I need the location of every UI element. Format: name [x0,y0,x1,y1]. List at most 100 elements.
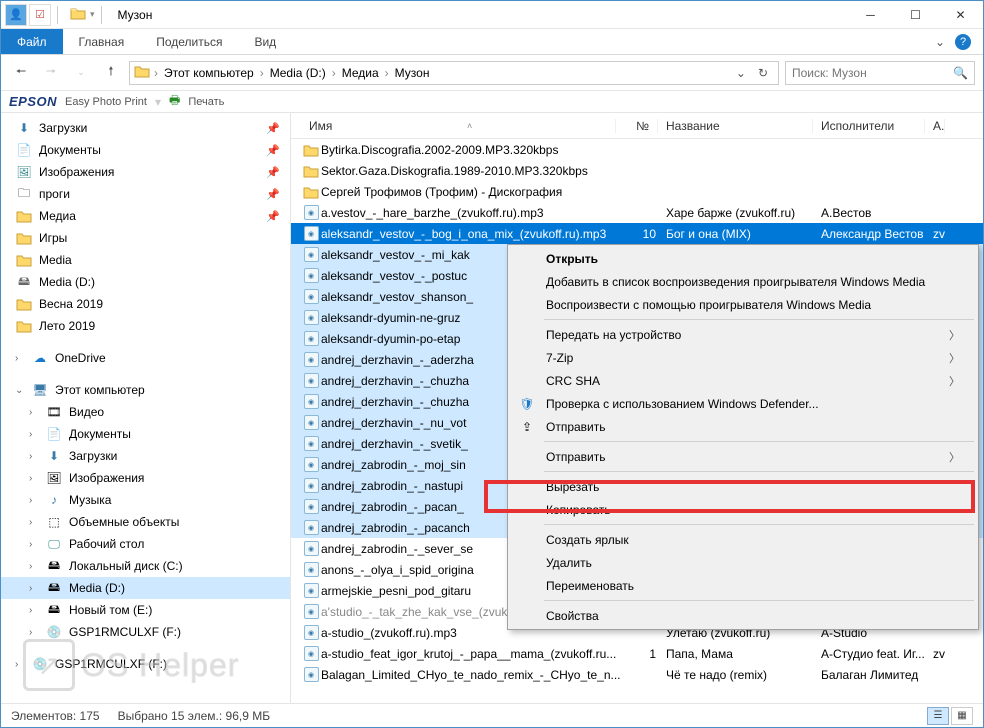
column-name[interactable]: Имя˄ [301,119,616,133]
expand-icon[interactable]: › [15,353,25,364]
tree-downloads2[interactable]: ›⬇Загрузки [1,445,290,467]
column-artist[interactable]: Исполнители [813,119,925,133]
chevron-right-icon[interactable]: › [150,66,162,80]
mp3-icon [301,499,321,514]
file-no: 10 [624,227,666,241]
ctx-delete[interactable]: Удалить [510,551,976,574]
view-details-button[interactable]: ☰ [927,707,949,725]
ctx-sendto[interactable]: Отправить〉 [510,445,976,468]
ctx-copy[interactable]: Копировать [510,498,976,521]
nav-recent-dropdown[interactable]: ⌄ [69,61,93,85]
collapse-icon[interactable]: ⌄ [15,385,25,396]
ctx-addlist[interactable]: Добавить в список воспроизведения проигр… [510,270,976,293]
search-input[interactable] [792,66,953,80]
tab-file[interactable]: Файл [1,29,63,54]
ctx-share[interactable]: ⇪Отправить [510,415,976,438]
ctx-crcsha[interactable]: CRC SHA〉 [510,369,976,392]
close-button[interactable]: ✕ [938,1,983,29]
breadcrumb-folder1[interactable]: Медиа [340,66,381,80]
tree-thispc[interactable]: ⌄🖥Этот компьютер [1,379,290,401]
tab-share[interactable]: Поделиться [140,29,238,54]
column-title[interactable]: Название [658,119,813,133]
nav-back-button[interactable]: 🠔 [9,61,33,85]
tree-gsp2[interactable]: ›💿GSP1RMCULXF (F:) [1,653,290,675]
file-row[interactable]: Сергей Трофимов (Трофим) - Дискография [291,181,983,202]
file-title: Бог и она (MIX) [666,227,821,241]
qat-app-icon[interactable]: 👤 [5,4,27,26]
tree-3dobjects[interactable]: ›⬚Объемные объекты [1,511,290,533]
chevron-right-icon[interactable]: › [256,66,268,80]
search-icon: 🔍 [953,66,968,80]
column-a[interactable]: А. [925,119,945,133]
tree-summer[interactable]: Лето 2019 [1,315,290,337]
file-row[interactable]: a-studio_feat_igor_krutoj_-_papa__mama_(… [291,643,983,664]
ctx-defender[interactable]: 🛡Проверка с использованием Windows Defen… [510,392,976,415]
nav-up-button[interactable]: 🠕 [99,61,123,85]
tree-documents2[interactable]: ›📄Документы [1,423,290,445]
file-name: a-studio_feat_igor_krutoj_-_papa__mama_(… [321,647,624,661]
nav-forward-button[interactable]: 🠖 [39,61,63,85]
breadcrumb-pc[interactable]: Этот компьютер [162,66,256,80]
epson-print-label[interactable]: Печать [188,96,224,108]
pin-icon: 📌 [266,188,280,201]
tree-media-d2[interactable]: ›🖴Media (D:) [1,577,290,599]
help-icon[interactable]: ? [955,34,971,50]
music-icon: ♪ [45,493,63,507]
file-row[interactable]: a.vestov_-_hare_barzhe_(zvukoff.ru).mp3Х… [291,202,983,223]
view-icons-button[interactable]: ▦ [951,707,973,725]
tree-documents[interactable]: 📄Документы📌 [1,139,290,161]
ctx-7zip[interactable]: 7-Zip〉 [510,346,976,369]
refresh-icon[interactable]: ↻ [752,66,774,80]
ctx-playwith[interactable]: Воспроизвести с помощью проигрывателя Wi… [510,293,976,316]
ctx-shortcut[interactable]: Создать ярлык [510,528,976,551]
ctx-properties[interactable]: Свойства [510,604,976,627]
address-bar[interactable]: › Этот компьютер › Media (D:) › Медиа › … [129,61,779,85]
ctx-open[interactable]: Открыть [510,247,976,270]
tree-onedrive[interactable]: ›☁OneDrive [1,347,290,369]
maximize-button[interactable]: ☐ [893,1,938,29]
qat-properties[interactable]: ☑ [29,4,51,26]
mp3-icon [301,478,321,493]
tab-home[interactable]: Главная [63,29,141,54]
chevron-right-icon[interactable]: › [381,66,393,80]
tree-new-e[interactable]: ›🖴Новый том (E:) [1,599,290,621]
mp3-icon [301,331,321,346]
mp3-icon [301,289,321,304]
tree-spring[interactable]: Весна 2019 [1,293,290,315]
tree-media[interactable]: Медиа📌 [1,205,290,227]
chevron-right-icon[interactable]: › [328,66,340,80]
print-icon[interactable]: 🖶 [169,91,180,112]
tree-pictures2[interactable]: ›🖼Изображения [1,467,290,489]
tree-gsp1[interactable]: ›💿GSP1RMCULXF (F:) [1,621,290,643]
minimize-button[interactable]: ─ [848,1,893,29]
ctx-rename[interactable]: Переименовать [510,574,976,597]
pc-icon: 🖥 [31,383,49,397]
address-dropdown-icon[interactable]: ⌄ [730,66,752,80]
file-title: Папа, Мама [666,647,821,661]
mp3-icon [301,646,321,661]
tree-music[interactable]: ›♪Музыка [1,489,290,511]
ribbon-expand-icon[interactable]: ⌄ [935,35,945,49]
tree-games[interactable]: Игры [1,227,290,249]
file-row[interactable]: Sektor.Gaza.Diskografia.1989-2010.MP3.32… [291,160,983,181]
qat-dropdown-icon[interactable]: ▾ [90,9,95,20]
file-row[interactable]: aleksandr_vestov_-_bog_i_ona_mix_(zvukof… [291,223,983,244]
tree-desktop[interactable]: ›🖵Рабочий стол [1,533,290,555]
tree-media-folder[interactable]: Media [1,249,290,271]
tree-progi[interactable]: 🗀проги📌 [1,183,290,205]
breadcrumb-folder2[interactable]: Музон [393,66,432,80]
search-box[interactable]: 🔍 [785,61,975,85]
status-item-count: Элементов: 175 [11,709,100,723]
tab-view[interactable]: Вид [238,29,292,54]
file-row[interactable]: Balagan_Limited_CHyo_te_nado_remix_-_CHy… [291,664,983,685]
breadcrumb-drive[interactable]: Media (D:) [268,66,328,80]
tree-local-c[interactable]: ›🖴Локальный диск (C:) [1,555,290,577]
tree-videos[interactable]: ›🎞Видео [1,401,290,423]
ctx-castto[interactable]: Передать на устройство〉 [510,323,976,346]
tree-pictures[interactable]: 🖼Изображения📌 [1,161,290,183]
file-row[interactable]: Bytirka.Discografia.2002-2009.MP3.320kbp… [291,139,983,160]
ctx-cut[interactable]: Вырезать [510,475,976,498]
column-no[interactable]: № [616,119,658,133]
tree-media-d[interactable]: 🖴Media (D:) [1,271,290,293]
tree-downloads[interactable]: ⬇Загрузки📌 [1,117,290,139]
